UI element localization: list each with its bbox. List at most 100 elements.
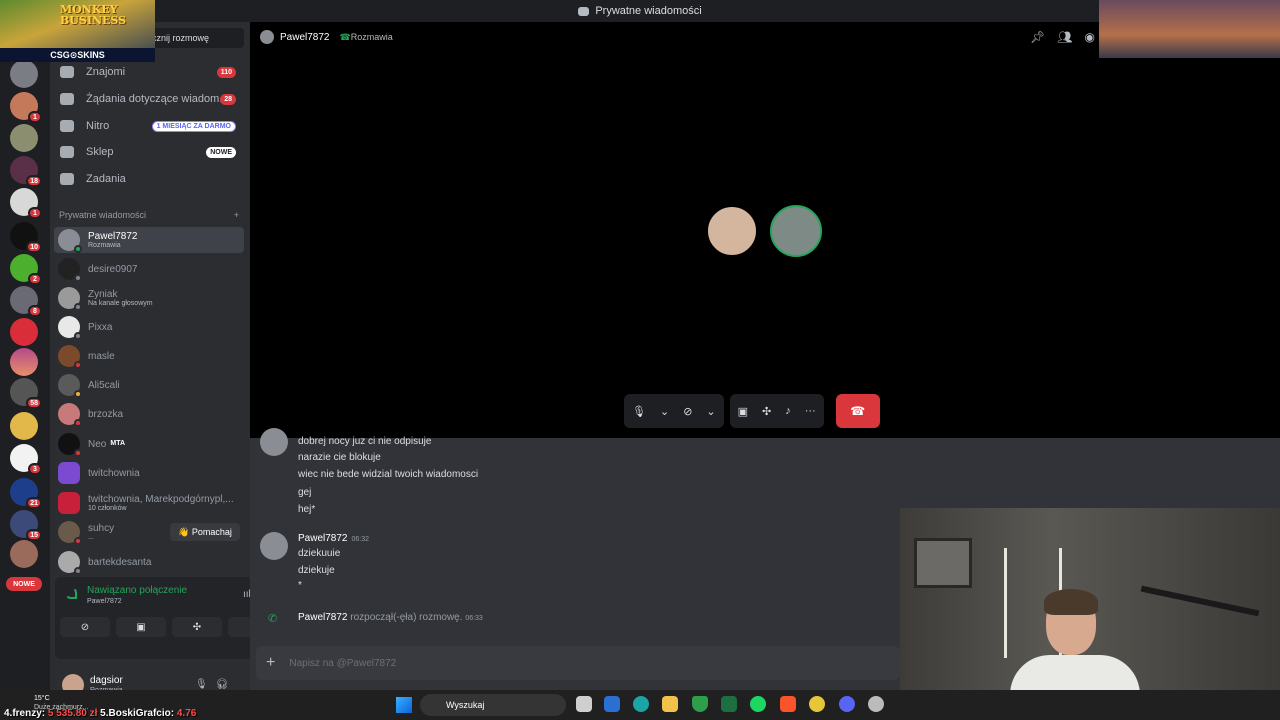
- friends-badge: 110: [216, 66, 236, 78]
- voice-status: Nawiązano połączenie: [87, 585, 188, 596]
- message-avatar[interactable]: [260, 532, 288, 560]
- dm-item-masle[interactable]: masle: [54, 343, 244, 369]
- brave-icon[interactable]: [780, 696, 796, 712]
- participant-avatar-speaking[interactable]: [770, 205, 822, 257]
- unread-badge: 18: [26, 175, 42, 187]
- leave-call-button[interactable]: ☎: [835, 394, 880, 428]
- author-name[interactable]: Pawel7872: [298, 533, 347, 544]
- message-composer[interactable]: + Napisz na @Pawel7872: [256, 646, 900, 680]
- avatar: [58, 345, 82, 369]
- wave-button[interactable]: 👋 Pomachaj: [170, 523, 240, 541]
- server-icon[interactable]: [10, 60, 38, 88]
- dm-item-ali5cali[interactable]: Ali5cali: [54, 372, 244, 398]
- pin-icon[interactable]: 📌︎: [1030, 30, 1057, 44]
- server-icon[interactable]: [10, 348, 38, 376]
- dm-item-bartekdesanta[interactable]: bartekdesanta: [54, 549, 244, 575]
- camera-off-icon[interactable]: ⊘: [683, 405, 692, 418]
- app-icon[interactable]: [868, 696, 884, 712]
- activities-button[interactable]: ✣: [172, 617, 222, 637]
- microphone-icon[interactable]: 🎙︎: [195, 679, 216, 690]
- server-icon[interactable]: [10, 540, 38, 568]
- call-author[interactable]: Pawel7872: [298, 612, 347, 623]
- unread-badge: 10: [26, 241, 42, 253]
- chevron-down-icon[interactable]: ⌄: [660, 405, 669, 418]
- requests-badge: 28: [220, 93, 236, 105]
- server-icon[interactable]: 58: [10, 378, 42, 409]
- message-text: dziekuuie: [298, 548, 341, 559]
- call-time: 06:33: [465, 615, 483, 622]
- taskbar-search[interactable]: Wyszukaj: [420, 694, 566, 716]
- nav-friends[interactable]: Znajomi 110: [54, 60, 244, 84]
- message-text: dziekuje: [298, 565, 335, 576]
- voice-channel[interactable]: Pawel7872: [87, 598, 122, 605]
- dm-item-pawel7872[interactable]: Pawel7872 Rozmawia: [54, 227, 244, 253]
- activities-icon[interactable]: ✣: [762, 405, 771, 418]
- dm-item-group[interactable]: twitchownia, Marekpodgórnypl,... 10 człon…: [54, 490, 244, 516]
- server-icon[interactable]: [10, 318, 38, 346]
- nav-nitro[interactable]: Nitro 1 MIESIĄC ZA DARMO: [54, 114, 244, 138]
- store-icon[interactable]: [604, 696, 620, 712]
- stream-scene-thumbnail: [1099, 0, 1280, 58]
- server-icon[interactable]: 1: [10, 92, 42, 123]
- headphones-icon[interactable]: 🎧︎: [216, 679, 237, 690]
- server-icon[interactable]: 18: [10, 156, 42, 187]
- server-icon[interactable]: [10, 412, 38, 440]
- nav-quests[interactable]: Zadania: [54, 167, 244, 191]
- discord-taskbar-icon[interactable]: [839, 696, 855, 712]
- add-friends-icon[interactable]: 👥︎: [1057, 30, 1084, 44]
- peer-name[interactable]: Pawel7872: [280, 32, 329, 43]
- create-dm-button[interactable]: +: [234, 210, 239, 220]
- video-off-button[interactable]: ⊘: [60, 617, 110, 637]
- nav-shop-label: Sklep: [86, 146, 114, 158]
- dm-item-zyniak[interactable]: Zyniak Na kanale głosowym: [54, 285, 244, 311]
- screen-share-button[interactable]: ▣: [116, 617, 166, 637]
- nav-shop[interactable]: Sklep NOWE: [54, 140, 244, 164]
- server-icon[interactable]: 15: [10, 510, 42, 541]
- ticker-name: 5.BoskiGrafcio:: [100, 708, 175, 719]
- dm-item-brzozka[interactable]: brzozka: [54, 401, 244, 427]
- attach-plus-icon[interactable]: +: [266, 654, 275, 672]
- dm-members: 10 członków: [88, 504, 127, 512]
- dm-item-neo[interactable]: Neo MTA: [54, 431, 244, 457]
- windows-start-icon[interactable]: [396, 697, 412, 713]
- dm-item-pixxa[interactable]: Pixxa: [54, 314, 244, 340]
- server-icon[interactable]: 10: [10, 222, 42, 253]
- excel-icon[interactable]: [721, 696, 737, 712]
- more-options-icon[interactable]: ···: [805, 405, 816, 417]
- chevron-down-icon[interactable]: ⌄: [706, 405, 715, 418]
- new-servers-badge[interactable]: NOWE: [6, 577, 42, 591]
- edge-icon[interactable]: [633, 696, 649, 712]
- chrome-icon[interactable]: [809, 696, 825, 712]
- dm-item-twitchownia[interactable]: twitchownia: [54, 460, 244, 486]
- message-avatar[interactable]: [260, 428, 288, 456]
- unread-badge: 2: [28, 273, 42, 285]
- dm-name: Pixxa: [88, 321, 113, 333]
- explorer-icon[interactable]: [662, 696, 678, 712]
- dm-name: desire0907: [88, 263, 138, 275]
- avatar: [58, 229, 82, 253]
- soundboard-icon[interactable]: ♪: [785, 405, 791, 417]
- envelope-icon: [60, 93, 74, 105]
- username: dagsior: [90, 675, 123, 687]
- shop-new-badge: NOWE: [206, 146, 236, 158]
- donation-ticker: 4.frenzy: 5 535.80 zł 5.BoskiGrafcio: 4.…: [4, 708, 196, 719]
- signal-icon[interactable]: [65, 587, 77, 599]
- participant-avatar[interactable]: [706, 205, 758, 257]
- dm-item-desire0907[interactable]: desire0907: [54, 256, 244, 282]
- microphone-icon[interactable]: 🎙︎: [632, 405, 646, 418]
- server-icon[interactable]: 3: [10, 444, 42, 475]
- nav-message-requests[interactable]: Żądania dotyczące wiadom... 28: [54, 87, 244, 111]
- server-icon[interactable]: 8: [10, 286, 42, 317]
- task-view-icon[interactable]: [576, 696, 592, 712]
- screen-share-icon[interactable]: ▣: [738, 405, 748, 418]
- message-author: Pawel7872 06:32: [298, 533, 369, 544]
- server-icon[interactable]: 1: [10, 188, 42, 219]
- avatar: [58, 258, 82, 282]
- server-icon[interactable]: [10, 124, 38, 152]
- server-icon[interactable]: 21: [10, 478, 42, 509]
- shield-icon[interactable]: [692, 696, 708, 712]
- spotify-icon[interactable]: [750, 696, 766, 712]
- avatar: [58, 462, 80, 484]
- dm-name: Ali5cali: [88, 379, 120, 391]
- server-icon[interactable]: 2: [10, 254, 42, 285]
